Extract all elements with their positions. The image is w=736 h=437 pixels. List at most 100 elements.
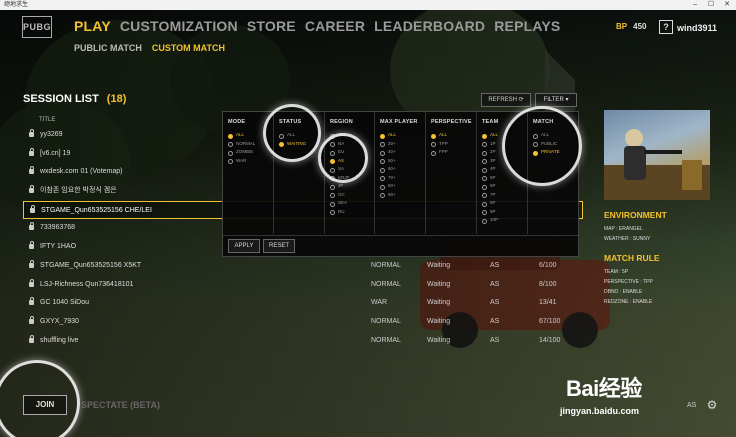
- gear-icon[interactable]: ⚙: [705, 398, 719, 412]
- filter-option-radio[interactable]: 80+: [380, 182, 425, 191]
- character-illustration: [604, 129, 710, 200]
- filter-option-radio[interactable]: KRJP: [330, 174, 374, 183]
- filter-option-radio[interactable]: OC: [330, 191, 374, 200]
- lock-icon: [29, 129, 34, 137]
- bp-value: 450: [633, 22, 647, 31]
- window-titlebar: 絕地求生 – ☐ ✕: [0, 0, 736, 10]
- refresh-button[interactable]: REFRESH ⟳: [481, 93, 531, 107]
- team-info: TEAM : 5P: [604, 269, 629, 275]
- pubg-logo: PUBG: [22, 16, 52, 38]
- tab-custom-match[interactable]: CUSTOM MATCH: [152, 43, 225, 53]
- filter-option-radio[interactable]: TPP: [431, 140, 476, 149]
- filter-option-radio[interactable]: WAR: [228, 157, 273, 166]
- weather-info: WEATHER : SUNNY: [604, 236, 651, 242]
- dbno-info: DBNO : ENABLE: [604, 289, 643, 295]
- filter-column-region: REGION ALL NA EU AS SA KRJP JP OC SEA RU: [325, 112, 375, 234]
- filter-option-radio[interactable]: 10P: [482, 216, 527, 225]
- filter-column-header: REGION: [330, 119, 353, 125]
- filter-option-radio[interactable]: ALL: [482, 131, 527, 140]
- session-list-title: SESSION LIST (18): [23, 93, 126, 105]
- filter-option-radio[interactable]: 20+: [380, 140, 425, 149]
- row-status: Waiting: [427, 280, 451, 288]
- filter-option-radio[interactable]: NORMAL: [228, 140, 273, 149]
- filter-option-radio[interactable]: ALL: [380, 131, 425, 140]
- filter-option-radio[interactable]: ZOMBIE: [228, 148, 273, 157]
- spectate-button[interactable]: SPECTATE (BETA): [81, 400, 160, 410]
- close-button[interactable]: ✕: [720, 0, 734, 10]
- filter-button[interactable]: FILTER ▾: [535, 93, 577, 107]
- nav-store[interactable]: STORE: [247, 18, 296, 34]
- filter-option-radio[interactable]: 8P: [482, 199, 527, 208]
- filter-option-radio[interactable]: 90+: [380, 191, 425, 200]
- row-players: 8/100: [539, 280, 557, 288]
- filter-option-radio[interactable]: 1P: [482, 140, 527, 149]
- filter-option-radio[interactable]: 4P: [482, 165, 527, 174]
- filter-option-radio[interactable]: 6P: [482, 182, 527, 191]
- lock-icon: [29, 241, 34, 250]
- row-status: Waiting: [427, 261, 451, 269]
- filter-option-radio[interactable]: PUBLIC: [533, 140, 580, 149]
- redzone-info: REDZONE : ENABLE: [604, 299, 653, 305]
- minimize-button[interactable]: –: [688, 0, 702, 10]
- filter-option-radio[interactable]: 50+: [380, 157, 425, 166]
- filter-option-radio[interactable]: 2P: [482, 148, 527, 157]
- row-mode: NORMAL: [371, 280, 401, 288]
- perspective-info: PERSPECTIVE : TPP: [604, 279, 653, 285]
- filter-option-radio[interactable]: 9P: [482, 208, 527, 217]
- filter-option-radio[interactable]: SA: [330, 165, 374, 174]
- table-row[interactable]: shuffling live NORMAL Waiting AS 14/100: [23, 332, 583, 351]
- table-row[interactable]: GXYX_7930 NORMAL Waiting AS 67/100: [23, 313, 583, 332]
- filter-option-radio[interactable]: ALL: [330, 131, 374, 140]
- filter-option-radio[interactable]: PRIVATE: [533, 148, 580, 157]
- filter-option-radio[interactable]: 60+: [380, 165, 425, 174]
- filter-option-radio[interactable]: NA: [330, 140, 374, 149]
- filter-option-radio[interactable]: ALL: [431, 131, 476, 140]
- filter-option-radio[interactable]: EU: [330, 148, 374, 157]
- filter-option-radio[interactable]: 40+: [380, 148, 425, 157]
- filter-option-radio[interactable]: ALL: [533, 131, 580, 140]
- nav-replays[interactable]: REPLAYS: [494, 18, 560, 34]
- filter-option-radio[interactable]: ALL: [279, 131, 324, 140]
- filter-option-radio[interactable]: 3P: [482, 157, 527, 166]
- reset-button[interactable]: RESET: [263, 239, 295, 253]
- table-row[interactable]: LSJ-Richness Qun736418101 NORMAL Waiting AS…: [23, 276, 583, 295]
- filter-option-radio[interactable]: FPP: [431, 148, 476, 157]
- filter-column-status: STATUS ALL WAITING: [274, 112, 325, 234]
- apply-button[interactable]: APPLY: [228, 239, 260, 253]
- lock-icon: [29, 166, 34, 175]
- row-region: AS: [490, 299, 500, 307]
- table-row[interactable]: STGAME_Qun653525156 X5KT NORMAL Waiting AS 6…: [23, 257, 583, 276]
- row-name: LSJ-Richness Qun736418101: [40, 280, 134, 288]
- match-rule-title: MATCH RULE: [604, 253, 660, 263]
- session-list-label: SESSION LIST: [23, 93, 99, 105]
- filter-option-radio[interactable]: WAITING: [279, 140, 324, 149]
- nav-play[interactable]: PLAY: [74, 18, 111, 34]
- filter-option-radio[interactable]: 5P: [482, 174, 527, 183]
- filter-option-radio[interactable]: JP: [330, 182, 374, 191]
- filter-option-radio[interactable]: 70+: [380, 174, 425, 183]
- row-mode: NORMAL: [371, 317, 401, 325]
- nav-leaderboard[interactable]: LEADERBOARD: [374, 18, 485, 34]
- row-name: 733963768: [40, 224, 76, 232]
- tab-public-match[interactable]: PUBLIC MATCH: [74, 43, 142, 53]
- table-row[interactable]: GC 1040 SiDou WAR Waiting AS 13/41: [23, 294, 583, 313]
- help-button[interactable]: ?: [659, 20, 673, 34]
- filter-option-radio[interactable]: ALL: [228, 131, 273, 140]
- environment-title: ENVIRONMENT: [604, 210, 667, 220]
- main-nav: PLAY CUSTOMIZATION STORE CAREER LEADERBO…: [74, 18, 560, 34]
- nav-career[interactable]: CAREER: [305, 18, 365, 34]
- maximize-button[interactable]: ☐: [704, 0, 718, 10]
- filter-option-radio[interactable]: SEA: [330, 199, 374, 208]
- filter-option-radio[interactable]: 7P: [482, 191, 527, 200]
- join-button[interactable]: JOIN: [23, 395, 67, 415]
- watermark-logo: Bai经验: [566, 376, 642, 401]
- filter-column-perspective: PERSPECTIVE ALL TPP FPP: [426, 112, 477, 234]
- row-region: AS: [490, 336, 500, 344]
- lock-icon: [29, 278, 34, 287]
- filter-option-radio[interactable]: AS: [330, 157, 374, 166]
- filter-column-header: MODE: [228, 119, 246, 125]
- row-players: 6/100: [539, 261, 557, 269]
- nav-customization[interactable]: CUSTOMIZATION: [120, 18, 238, 34]
- username[interactable]: wind3911: [677, 23, 717, 33]
- filter-option-radio[interactable]: RU: [330, 208, 374, 217]
